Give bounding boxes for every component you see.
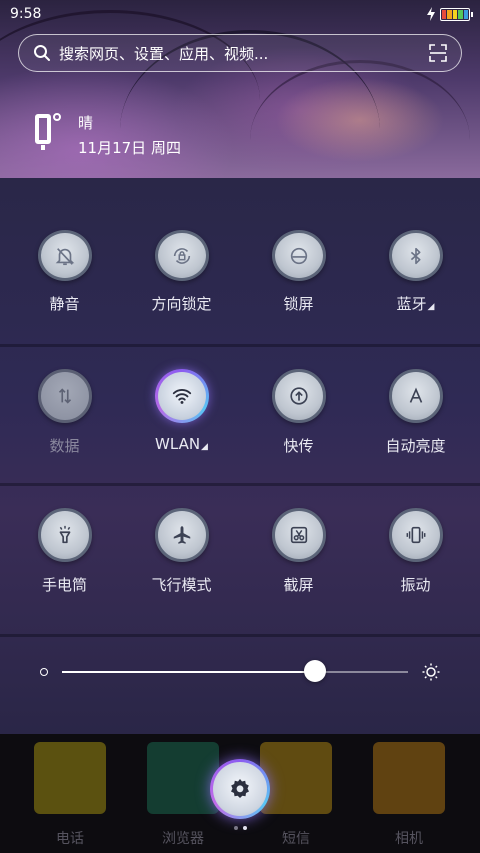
toggle-label: 手电筒 — [41, 576, 87, 594]
toggle-label: 振动 — [400, 576, 431, 594]
search-bar[interactable]: 搜索网页、设置、应用、视频... — [18, 34, 462, 72]
dock-app-label: 电话 — [56, 831, 84, 847]
toggle-row: 手电筒 飞行模式 截屏 振动 — [0, 486, 480, 622]
flashlight-icon[interactable] — [37, 508, 92, 562]
toggle-label: 锁屏 — [283, 295, 314, 313]
brightness-slider[interactable] — [62, 660, 408, 682]
dock-app-browser[interactable]: 浏览器 — [147, 742, 219, 848]
toggle-label: 方向锁定 — [151, 295, 212, 313]
page-indicator — [234, 826, 247, 830]
screenshot-icon[interactable] — [271, 508, 326, 562]
toggle-quick-transfer[interactable]: 快传 — [241, 347, 357, 483]
toggle-mobile-data[interactable]: 数据 — [7, 347, 123, 483]
messages-icon[interactable] — [260, 742, 332, 814]
toggle-row: 数据 WLAN◢ 快传 自动亮度 — [0, 347, 480, 483]
toggle-flashlight[interactable]: 手电筒 — [7, 486, 123, 622]
toggle-label: 蓝牙 — [396, 295, 427, 313]
weather-widget[interactable]: 晴 11月17日 周四 — [34, 112, 181, 158]
status-bar: 9:58 — [0, 0, 480, 28]
brightness-slider-fill — [62, 671, 315, 673]
toggle-auto-brightness[interactable]: 自动亮度 — [358, 347, 474, 483]
toggle-lock-screen[interactable]: 锁屏 — [241, 178, 357, 314]
phone-icon[interactable] — [34, 742, 106, 814]
toggle-bluetooth[interactable]: 蓝牙◢ — [358, 178, 474, 314]
toggle-label: 静音 — [49, 295, 80, 313]
toggle-label: 数据 — [49, 437, 80, 455]
toggle-label: 截屏 — [283, 576, 314, 594]
auto-brightness-icon[interactable] — [388, 369, 443, 423]
dock-app-label: 相机 — [395, 831, 423, 847]
expand-corner-icon: ◢ — [201, 442, 208, 452]
wallpaper-header: 9:58 搜索网页、设置、应用、视频... 晴 11月17日 周四 — [0, 0, 480, 178]
dock-app-messages[interactable]: 短信 — [260, 742, 332, 848]
bell-off-icon[interactable] — [37, 230, 92, 281]
brightness-low-icon — [40, 668, 48, 676]
quick-transfer-icon[interactable] — [271, 369, 326, 423]
toggle-label: 自动亮度 — [385, 437, 446, 455]
dock-app-label: 浏览器 — [162, 831, 204, 847]
brightness-high-icon — [422, 663, 440, 681]
toggle-label: WLAN — [155, 435, 201, 453]
scan-icon[interactable] — [429, 44, 447, 62]
page-dot — [234, 826, 238, 830]
toggle-vibrate[interactable]: 振动 — [358, 486, 474, 622]
toggle-silent[interactable]: 静音 — [7, 178, 123, 314]
bluetooth-icon[interactable] — [388, 230, 443, 281]
vibrate-icon[interactable] — [388, 508, 443, 562]
status-time: 9:58 — [10, 6, 42, 22]
rotation-lock-icon[interactable] — [154, 230, 209, 281]
gear-icon — [231, 779, 249, 798]
page-dot-active — [243, 826, 247, 830]
camera-icon[interactable] — [373, 742, 445, 814]
status-icons — [426, 7, 473, 21]
airplane-icon[interactable] — [154, 508, 209, 562]
quick-settings-panel: 静音 方向锁定 锁屏 蓝牙◢ 数据 WLAN◢ 快传 自动亮度 手电筒 飞行模式… — [0, 178, 480, 734]
toggle-wlan[interactable]: WLAN◢ — [124, 347, 240, 483]
toggle-label: 快传 — [283, 437, 314, 455]
brightness-control — [0, 637, 480, 707]
weather-date: 11月17日 周四 — [78, 139, 181, 157]
battery-icon — [440, 7, 473, 21]
toggle-screenshot[interactable]: 截屏 — [241, 486, 357, 622]
search-input[interactable]: 搜索网页、设置、应用、视频... — [59, 43, 429, 64]
toggle-label: 飞行模式 — [151, 576, 212, 594]
lock-icon[interactable] — [271, 230, 326, 281]
toggle-rotation-lock[interactable]: 方向锁定 — [124, 178, 240, 314]
sunny-weather-icon — [35, 113, 61, 150]
toggle-airplane-mode[interactable]: 飞行模式 — [124, 486, 240, 622]
dock-app-camera[interactable]: 相机 — [373, 742, 445, 848]
search-icon — [34, 45, 50, 61]
dock-app-phone[interactable]: 电话 — [34, 742, 106, 848]
browser-icon[interactable] — [147, 742, 219, 814]
brightness-slider-thumb[interactable] — [303, 660, 326, 682]
settings-button[interactable] — [210, 759, 270, 819]
dock-app-label: 短信 — [282, 831, 310, 847]
mobile-data-icon[interactable] — [37, 369, 92, 423]
weather-condition: 晴 — [78, 114, 94, 132]
expand-corner-icon: ◢ — [427, 302, 435, 312]
wifi-icon[interactable] — [155, 369, 209, 423]
toggle-row: 静音 方向锁定 锁屏 蓝牙◢ — [0, 178, 480, 314]
charging-icon — [427, 7, 435, 21]
